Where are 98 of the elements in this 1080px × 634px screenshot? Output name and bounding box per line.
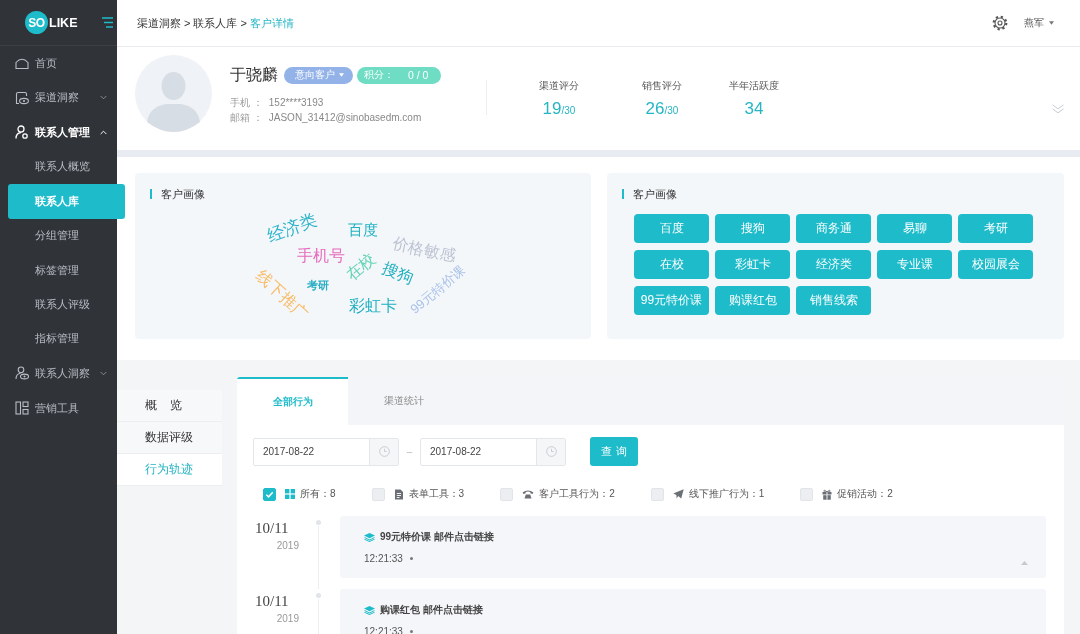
- user-menu[interactable]: 燕军: [1024, 16, 1054, 30]
- logo-text: LIKE: [49, 15, 78, 30]
- sidebar-subitem[interactable]: 标签管理: [0, 252, 117, 288]
- filter-label: 表单工具：3: [408, 487, 465, 501]
- cloud-word: 考研: [307, 278, 329, 292]
- tag: 考研: [958, 214, 1033, 243]
- customer-name: 于骁麟: [230, 64, 278, 85]
- layout-icon: [15, 401, 29, 415]
- stat-label: 销售评分: [642, 80, 682, 92]
- menu-icon[interactable]: [102, 17, 114, 28]
- cloud-word: 经济类: [264, 211, 320, 247]
- tag: 彩虹卡: [715, 250, 790, 279]
- date-field[interactable]: 2017-08-22: [420, 437, 566, 466]
- clock-icon: [545, 446, 557, 457]
- stat-value: 19: [542, 99, 562, 119]
- stat-max: /30: [561, 105, 576, 116]
- tag: 99元特价课: [634, 286, 709, 315]
- caret-up-icon[interactable]: [1021, 561, 1028, 565]
- person-eye-icon: [15, 366, 29, 381]
- double-chevron-down-icon[interactable]: [1052, 104, 1064, 114]
- caret-down-icon: [339, 73, 344, 77]
- settings-icon[interactable]: [992, 15, 1008, 31]
- accent-bar-icon: [622, 189, 624, 199]
- sidebar-item[interactable]: 联系人管理: [0, 115, 117, 150]
- logo-mark: SO: [25, 11, 48, 34]
- checkbox[interactable]: [263, 487, 276, 501]
- activity-title: 购课红包 邮件点击链接: [380, 603, 483, 617]
- phone-icon: [522, 489, 535, 499]
- range-separator: –: [405, 446, 414, 457]
- paper-plane-icon: [672, 489, 684, 499]
- stat-max: /30: [664, 105, 679, 116]
- dot-icon: [409, 629, 413, 633]
- card-title: 客户画像: [161, 186, 205, 202]
- cloud-word: 百度: [348, 221, 378, 239]
- timeline-dot-icon: [316, 593, 321, 598]
- cloud-word: 在校: [343, 250, 379, 284]
- breadcrumb-separator: >: [184, 17, 191, 29]
- contact-label: 邮箱 ：: [230, 110, 263, 125]
- caret-down-icon: [1049, 21, 1054, 25]
- layers-icon: [364, 605, 375, 615]
- points-label: 积分：: [364, 68, 394, 82]
- sidebar-subitem[interactable]: 联系人概览: [0, 149, 117, 185]
- tag: 商务通: [796, 214, 871, 243]
- stat-label: 渠道评分: [539, 80, 579, 92]
- sidebar-item[interactable]: 渠道洞察: [0, 80, 117, 116]
- filter-label: 线下推广行为：1: [688, 487, 765, 501]
- stat-label: 半年活跃度: [729, 80, 779, 92]
- stat-value: 26: [645, 99, 665, 119]
- dot-icon: [409, 556, 413, 560]
- entry-year: 2019: [276, 613, 299, 624]
- activity-time: 12:21:33: [364, 625, 403, 634]
- points-value: 0 / 0: [408, 69, 429, 81]
- sidebar-item[interactable]: 首页: [0, 46, 117, 81]
- activity-title: 99元特价课 邮件点击链接: [380, 530, 494, 544]
- sidebar-subitem[interactable]: 指标管理: [0, 321, 117, 357]
- filter-label: 所有：8: [300, 487, 336, 501]
- contact-value: 152****3193: [268, 97, 324, 108]
- filter-label: 促销活动：2: [837, 487, 893, 501]
- activity-time: 12:21:33: [364, 552, 403, 564]
- tag: 销售线索: [796, 286, 871, 315]
- sidebar-item[interactable]: 营销工具: [0, 390, 117, 426]
- tag: 搜狗: [715, 214, 790, 243]
- tag: 校园展会: [958, 250, 1033, 279]
- tag: 专业课: [877, 250, 952, 279]
- date-field[interactable]: 2017-08-22: [253, 437, 399, 466]
- home-icon: [15, 56, 29, 71]
- card-eye-icon: [15, 90, 29, 105]
- sidebar-item[interactable]: 联系人洞察: [0, 356, 117, 391]
- tag: 购课红包: [715, 286, 790, 315]
- cloud-word: 手机号: [297, 247, 345, 265]
- grid-icon: [285, 489, 295, 499]
- tag: 易聊: [877, 214, 952, 243]
- cloud-word: 搜狗: [379, 258, 417, 288]
- entry-date: 10/11: [255, 593, 289, 610]
- timeline-dot-icon: [316, 520, 321, 525]
- cloud-word: 彩虹卡: [349, 297, 397, 315]
- entry-date: 10/11: [255, 520, 289, 537]
- clock-icon: [378, 446, 390, 457]
- breadcrumb-separator: >: [240, 17, 247, 29]
- accent-bar-icon: [150, 189, 152, 199]
- contact-value: JASON_31412@sinobasedm.com: [268, 112, 422, 123]
- tab[interactable]: 渠道统计: [348, 377, 459, 425]
- breadcrumb-link[interactable]: 联系人库: [193, 15, 238, 31]
- sidebar-subitem[interactable]: 联系人评级: [0, 287, 117, 322]
- entry-year: 2019: [276, 540, 299, 551]
- contact-label: 手机 ：: [230, 95, 263, 110]
- filter-label: 客户工具行为：2: [539, 487, 615, 501]
- gift-icon: [822, 488, 833, 500]
- tag: 百度: [634, 214, 709, 243]
- person-icon: [15, 125, 29, 140]
- tag: 在校: [634, 250, 709, 279]
- layers-icon: [364, 532, 375, 542]
- sidebar-subitem[interactable]: 分组管理: [0, 218, 117, 253]
- document-icon: [393, 488, 404, 500]
- stat-value: 34: [744, 99, 764, 119]
- tag: 经济类: [796, 250, 871, 279]
- card-title: 客户画像: [633, 186, 677, 202]
- breadcrumb-link[interactable]: 渠道洞察: [137, 15, 181, 31]
